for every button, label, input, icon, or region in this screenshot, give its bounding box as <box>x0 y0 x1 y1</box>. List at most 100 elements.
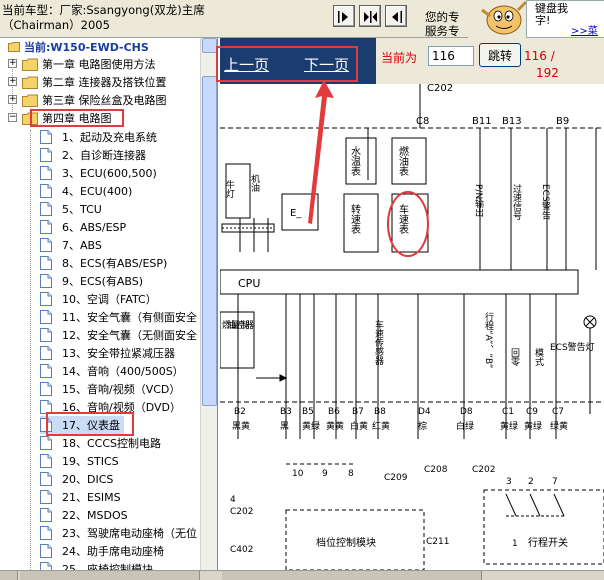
pin-number: 3 <box>506 477 512 487</box>
page-total-label: 192 <box>536 66 559 80</box>
pin-number: 4 <box>230 495 236 505</box>
tree-item-label: 2、自诊断连接器 <box>62 149 146 162</box>
tree-chapter-2[interactable]: + 第二章 连接器及搭铁位置 <box>8 73 167 91</box>
tree-item-label: 4、ECU(400) <box>62 185 133 198</box>
page-icon <box>40 256 52 270</box>
expand-tree-button[interactable] <box>385 5 407 27</box>
tree-item-label: 6、ABS/ESP <box>62 221 127 234</box>
tree-scrollbar[interactable] <box>200 38 217 570</box>
wire-color-label: 绿黄 <box>550 420 568 432</box>
page-icon <box>40 274 52 288</box>
speedometer-highlight <box>387 191 429 257</box>
tree-item[interactable]: 11、安全气囊（有侧面安全 <box>40 308 197 326</box>
tree-item-label: 14、音响（400/500S） <box>62 365 184 378</box>
tree-item[interactable]: 5、TCU <box>40 200 102 218</box>
page-count-label: 116 / <box>524 49 555 63</box>
tree-item[interactable]: 6、ABS/ESP <box>40 218 126 236</box>
tree-item[interactable]: 25、座椅控制模块 <box>40 560 153 570</box>
tree-item[interactable]: 18、CCCS控制电路 <box>40 434 161 452</box>
toggle-tree-button[interactable] <box>359 5 381 27</box>
bubble-menu-link[interactable]: >>菜 <box>571 26 598 38</box>
tree-item[interactable]: 22、MSDOS <box>40 506 128 524</box>
collapse-icon[interactable]: − <box>8 113 17 122</box>
tree-item-label: 25、座椅控制模块 <box>62 563 153 570</box>
tree-item[interactable]: 8、ECS(有ABS/ESP) <box>40 254 167 272</box>
expand-icon[interactable]: + <box>8 77 17 86</box>
expand-icon[interactable]: + <box>8 95 17 104</box>
tree-item[interactable]: 4、ECU(400) <box>40 182 132 200</box>
mode-label: 模式 <box>533 348 544 366</box>
tree-item-label: 7、ABS <box>62 239 102 252</box>
lamp-label: 机油 <box>249 173 260 193</box>
tree-item-label: 5、TCU <box>62 203 102 216</box>
page-icon <box>40 166 52 180</box>
pin-number: 10 <box>292 469 304 479</box>
annotation-arrow <box>308 80 334 224</box>
pin-number: 8 <box>348 469 354 479</box>
tree-item[interactable]: 7、ABS <box>40 236 102 254</box>
page-icon <box>40 382 52 396</box>
tree-item-label: 11、安全气囊（有侧面安全 <box>62 311 197 324</box>
top-connector-label: C202 <box>427 84 453 94</box>
page-number-input[interactable] <box>428 46 474 66</box>
folder-icon <box>22 58 38 71</box>
tree-chapter-1[interactable]: + 第一章 电路图使用方法 <box>8 55 156 73</box>
car-model-label: 当前车型：厂家:Ssangyong(双龙)主席（Chairman）2005 <box>2 3 205 32</box>
tree-item[interactable]: 3、ECU(600,500) <box>40 164 157 182</box>
pin-number: 7 <box>552 477 558 487</box>
wire-color-label: 棕 <box>418 420 427 432</box>
connector-pin-label: B6 <box>328 407 340 417</box>
tree-item[interactable]: 19、STICS <box>40 452 119 470</box>
page-icon <box>40 490 52 504</box>
tree-item[interactable]: 23、驾驶席电动座椅（无位 <box>40 524 197 542</box>
tree-item[interactable]: 24、助手席电动座椅 <box>40 542 164 560</box>
connector-pin-label: B5 <box>302 407 314 417</box>
wire-color-label: 黄绿 <box>500 420 518 432</box>
collapse-tree-button[interactable] <box>333 5 355 27</box>
expand-icon[interactable]: + <box>8 59 17 68</box>
scroll-up-arrow[interactable] <box>202 38 217 53</box>
tree-item-label: 18、CCCS控制电路 <box>62 437 162 450</box>
reset-label: 回零 <box>509 348 520 367</box>
gauge-label: 燃油表 <box>397 145 409 177</box>
tree-item[interactable]: 20、DICS <box>40 470 113 488</box>
tree-item[interactable]: 14、音响（400/500S） <box>40 362 184 380</box>
gauge-label: 车速表 <box>397 203 409 235</box>
tree-item[interactable]: 2、自诊断连接器 <box>40 146 146 164</box>
tree-item[interactable]: 9、ECS(有ABS) <box>40 272 143 290</box>
tree-item[interactable]: 15、音响/视频（VCD） <box>40 380 180 398</box>
tree-item[interactable]: 21、ESIMS <box>40 488 121 506</box>
folder-icon <box>22 94 38 107</box>
jump-button[interactable]: 跳转 <box>479 43 521 67</box>
page-icon <box>40 454 52 468</box>
page-icon <box>40 238 52 252</box>
connector-pin-label: B8 <box>374 407 386 417</box>
connector-label: C202 <box>472 465 495 475</box>
connector-pin-label: D4 <box>418 407 431 417</box>
top-header: 当前车型：厂家:Ssangyong(双龙)主席（Chairman）2005 您的… <box>0 0 604 38</box>
page-icon <box>40 562 52 570</box>
pin-number: 2 <box>528 477 534 487</box>
folder-icon <box>22 76 38 89</box>
tree-guide-line <box>12 60 13 120</box>
signal-label: P/N输出 <box>473 184 484 218</box>
wire-color-label: 红黄 <box>372 420 390 432</box>
tree-item-label: 9、ECS(有ABS) <box>62 275 144 288</box>
page-icon <box>40 202 52 216</box>
lamp-label: 牛灯 <box>224 179 235 199</box>
tree-item-label: 24、助手席电动座椅 <box>62 545 164 558</box>
connector-label: C208 <box>424 465 448 475</box>
wire-color-label: 黑黄 <box>232 420 250 432</box>
tree-chapter-3[interactable]: + 第三章 保险丝盒及电路图 <box>8 91 167 109</box>
tree-item[interactable]: 12、安全气囊（无侧面安全 <box>40 326 197 344</box>
tree-item[interactable]: 13、安全带拉紧减压器 <box>40 344 175 362</box>
gauge-label: 水温表 <box>349 146 361 177</box>
tree-root[interactable]: 当前:W150-EWD-CHS <box>8 40 149 54</box>
scroll-thumb[interactable] <box>202 76 217 406</box>
connector-pin-label: C7 <box>552 407 564 417</box>
page-panel: 当前为 跳转 116 / 192 <box>376 38 604 84</box>
dashboard-item-highlight <box>46 412 134 436</box>
tree-item[interactable]: 10、空调（FATC） <box>40 290 157 308</box>
tree-item[interactable]: 1、起动及充电系统 <box>40 128 157 146</box>
tree-chapter-label: 第三章 保险丝盒及电路图 <box>42 94 167 107</box>
